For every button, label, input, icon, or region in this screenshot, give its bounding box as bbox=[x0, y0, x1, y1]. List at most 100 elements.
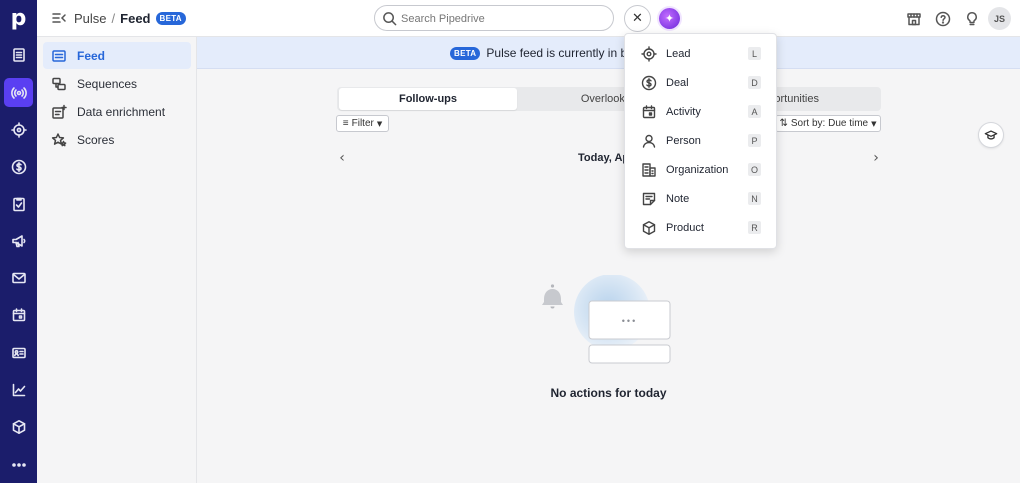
organization-icon bbox=[641, 162, 657, 178]
nav-activities-button[interactable] bbox=[4, 189, 33, 218]
sidebar-item-label: Sequences bbox=[77, 76, 138, 91]
app-nav-rail: p bbox=[0, 0, 37, 483]
store-icon bbox=[906, 12, 921, 25]
calendar-icon bbox=[12, 307, 25, 321]
nav-campaigns-button[interactable] bbox=[4, 226, 33, 255]
nav-money-button[interactable] bbox=[4, 152, 33, 181]
search-input[interactable] bbox=[401, 10, 601, 27]
chevron-down-icon: ▼ bbox=[871, 119, 877, 128]
sidebar-item-feed[interactable]: Feed bbox=[43, 42, 191, 69]
help-icon bbox=[935, 11, 950, 26]
nav-products-button[interactable] bbox=[4, 412, 33, 441]
next-day-button[interactable]: › bbox=[869, 150, 883, 166]
chart-line-icon bbox=[12, 383, 25, 396]
filter-label: Filter bbox=[351, 118, 374, 129]
contact-card-icon bbox=[11, 347, 26, 358]
empty-dots-label: ••• bbox=[622, 316, 637, 326]
shortcut-key: O bbox=[748, 163, 761, 176]
breadcrumb-separator: / bbox=[111, 11, 116, 26]
menu-item-lead[interactable]: Lead L bbox=[625, 39, 778, 68]
menu-item-label: Deal bbox=[666, 76, 689, 89]
menu-item-label: Person bbox=[666, 134, 701, 147]
menu-item-organization[interactable]: Organization O bbox=[625, 155, 778, 184]
menu-item-label: Note bbox=[666, 192, 690, 205]
menu-item-label: Activity bbox=[666, 105, 701, 118]
ai-assistant-button[interactable]: ✦ bbox=[659, 8, 680, 29]
nav-insights-button[interactable] bbox=[4, 375, 33, 404]
bell-icon bbox=[542, 284, 563, 309]
menu-item-deal[interactable]: Deal D bbox=[625, 68, 778, 97]
learn-button[interactable] bbox=[978, 122, 1004, 148]
nav-pulse-button[interactable] bbox=[4, 78, 33, 107]
shortcut-key: P bbox=[748, 134, 761, 147]
shortcut-key: D bbox=[748, 76, 761, 89]
collapse-menu-button[interactable] bbox=[51, 10, 67, 26]
pipedrive-logo[interactable]: p bbox=[5, 5, 32, 32]
nav-more-button[interactable] bbox=[4, 450, 33, 479]
shortcut-key: N bbox=[748, 192, 761, 205]
sparkle-icon: ✦ bbox=[664, 13, 675, 25]
filter-button[interactable]: ≡ Filter ▼ bbox=[336, 115, 389, 132]
dollar-icon bbox=[11, 159, 26, 174]
sidebar-item-sequences[interactable]: Sequences bbox=[43, 70, 191, 97]
menu-item-activity[interactable]: Activity A bbox=[625, 97, 778, 126]
sidebar-item-label: Scores bbox=[77, 132, 115, 147]
menu-item-label: Lead bbox=[666, 47, 691, 60]
feed-tabs: Follow-ups Overlooked ortunities bbox=[337, 87, 881, 111]
sidebar-item-data-enrichment[interactable]: Data enrichment bbox=[43, 98, 191, 125]
beta-banner: BETA Pulse feed is currently in beta. H bbox=[197, 37, 1020, 69]
product-icon bbox=[641, 220, 657, 236]
chevron-down-icon: ▼ bbox=[376, 119, 383, 128]
search-icon bbox=[382, 11, 397, 26]
banner-beta-badge: BETA bbox=[450, 46, 481, 60]
person-icon bbox=[641, 133, 657, 149]
mail-icon bbox=[11, 272, 26, 283]
empty-state-message: No actions for today bbox=[550, 386, 667, 400]
close-quick-add-button[interactable]: ✕ bbox=[624, 5, 651, 32]
pulse-sidebar: Feed Sequences Data enrichment Scores bbox=[37, 37, 197, 483]
nav-deals-button[interactable] bbox=[4, 115, 33, 144]
pulse-icon bbox=[10, 86, 27, 99]
beta-badge: BETA bbox=[155, 12, 186, 25]
shortcut-key: R bbox=[748, 221, 761, 234]
lead-icon bbox=[641, 45, 657, 62]
menu-item-note[interactable]: Note N bbox=[625, 184, 778, 213]
lightbulb-icon bbox=[966, 11, 977, 25]
global-search[interactable] bbox=[374, 5, 614, 31]
previous-day-button[interactable]: ‹ bbox=[335, 150, 349, 166]
sort-button[interactable]: ⇅ Sort by: Due time ▼ bbox=[775, 115, 881, 132]
menu-item-label: Product bbox=[666, 221, 704, 234]
breadcrumb-current: Feed bbox=[120, 11, 151, 26]
target-icon bbox=[10, 121, 27, 138]
sequences-icon bbox=[51, 76, 67, 92]
nav-contacts-button[interactable] bbox=[4, 338, 33, 367]
sidebar-item-label: Data enrichment bbox=[77, 104, 166, 119]
nav-mail-button[interactable] bbox=[4, 263, 33, 292]
nav-leads-button[interactable] bbox=[4, 40, 33, 69]
menu-item-product[interactable]: Product R bbox=[625, 213, 778, 242]
graduation-cap-icon bbox=[984, 130, 998, 140]
tab-follow-ups[interactable]: Follow-ups bbox=[339, 88, 517, 110]
tips-button[interactable] bbox=[961, 8, 982, 29]
more-dots-icon bbox=[11, 462, 26, 467]
shortcut-key: L bbox=[748, 47, 761, 60]
data-enrichment-icon bbox=[51, 104, 67, 120]
menu-collapse-icon bbox=[52, 13, 66, 23]
clipboard-check-icon bbox=[12, 197, 25, 211]
sort-label: Sort by: Due time bbox=[790, 118, 869, 129]
sidebar-item-scores[interactable]: Scores bbox=[43, 126, 191, 153]
menu-item-person[interactable]: Person P bbox=[625, 126, 778, 155]
quick-add-menu: Lead L Deal D Activity A Person P Organi… bbox=[624, 33, 777, 249]
help-button[interactable] bbox=[932, 8, 953, 29]
nav-calendar-button[interactable] bbox=[4, 300, 33, 329]
marketplace-button[interactable] bbox=[903, 8, 924, 29]
filter-icon: ≡ bbox=[342, 118, 349, 129]
user-avatar[interactable]: JS bbox=[988, 7, 1011, 30]
breadcrumb-parent[interactable]: Pulse bbox=[74, 11, 107, 26]
breadcrumb: Pulse / Feed BETA bbox=[74, 11, 186, 26]
feed-main: BETA Pulse feed is currently in beta. H … bbox=[197, 37, 1020, 483]
box-icon bbox=[12, 419, 25, 434]
deal-icon bbox=[641, 75, 657, 91]
menu-item-label: Organization bbox=[666, 163, 729, 176]
sort-icon: ⇅ bbox=[779, 118, 788, 129]
